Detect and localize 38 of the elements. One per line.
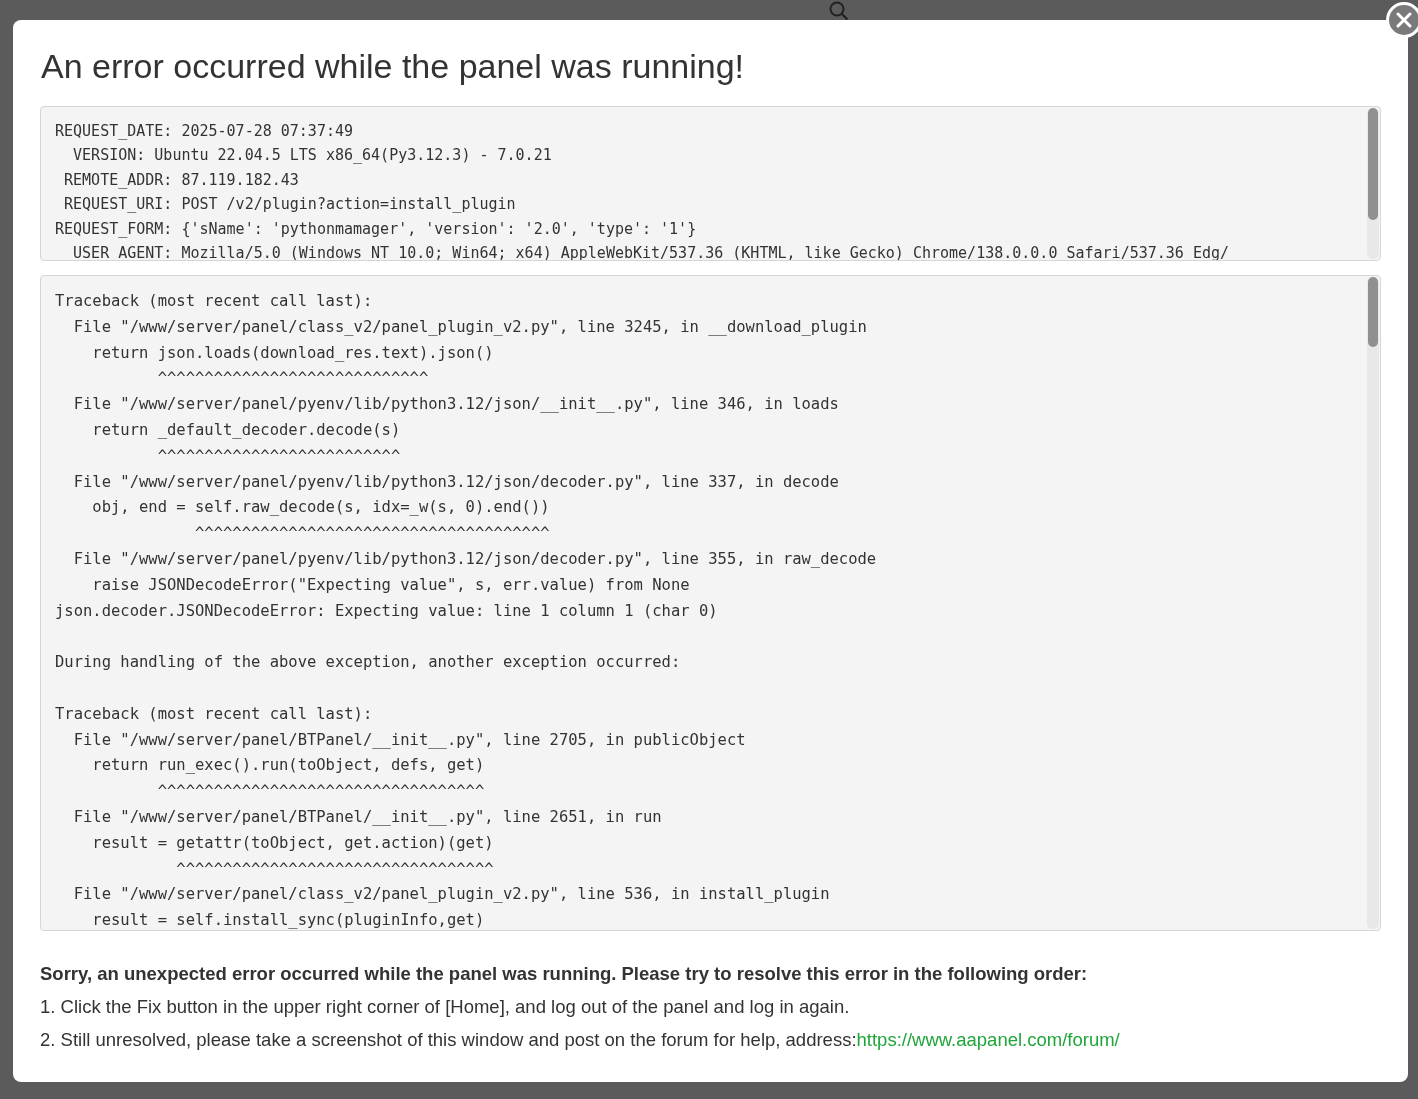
code-line: json.decoder.JSONDecodeError: Expecting value: line 1 column 1 (char 0) [55, 600, 719, 622]
code-line: File "/www/server/panel/class_v2/panel_plugin_v2.py", line 3245, in __download_plugin [72, 316, 868, 338]
code-line: File "/www/server/panel/pyenv/lib/python3.12/json/decoder.py", line 337, in decode [72, 471, 840, 493]
code-line: File "/www/server/panel/BTPanel/__init__.py", line 2705, in publicObject [72, 729, 747, 751]
help-heading: Sorry, an unexpected error occurred while the panel was running. Please try to resolve this error in the following order: [40, 962, 1089, 986]
code-line: File "/www/server/panel/pyenv/lib/python3.12/json/decoder.py", line 355, in raw_decode [72, 548, 878, 570]
code-line: Traceback (most recent call last): [55, 703, 374, 725]
code-line: ^^^^^^^^^^^^^^^^^^^^^^^^^^^^^ [156, 368, 430, 390]
code-line: result = self.install_sync(pluginInfo,get) [91, 910, 486, 930]
code-line: REMOTE_ADDR: 87.119.182.43 [63, 169, 300, 191]
code-line: ^^^^^^^^^^^^^^^^^^^^^^^^^^^^^^^^^^^ [156, 781, 486, 803]
code-line: return json.loads(download_res.text).json() [91, 342, 495, 364]
code-line: During handling of the above exception, another exception occurred: [55, 652, 682, 674]
forum-link[interactable]: https://www.aapanel.com/forum/ [856, 1029, 1120, 1050]
code-line: result = getattr(toObject, get.action)(get) [91, 832, 495, 854]
search-icon[interactable] [829, 1, 849, 21]
scrollbar[interactable] [1367, 277, 1379, 929]
close-icon [1396, 12, 1412, 28]
code-line: Traceback (most recent call last): [55, 291, 374, 312]
code-line: File "/www/server/panel/class_v2/panel_plugin_v2.py", line 536, in install_plugin [72, 884, 831, 906]
dialog-title: An error occurred while the panel was running! [41, 46, 746, 86]
code-line: obj, end = self.raw_decode(s, idx=_w(s, 0).end()) [91, 497, 551, 519]
code-line: raise JSONDecodeError("Expecting value", s, err.value) from None [91, 574, 691, 596]
code-line: ^^^^^^^^^^^^^^^^^^^^^^^^^^ [156, 445, 402, 467]
code-line: return run_exec().run(toObject, defs, get) [91, 755, 486, 777]
code-line: REQUEST_URI: POST /v2/plugin?action=install_plugin [63, 194, 517, 216]
code-line: File "/www/server/panel/BTPanel/__init__.py", line 2651, in run [72, 806, 663, 828]
code-line: VERSION: Ubuntu 22.04.5 LTS x86_64(Py3.12.3) - 7.0.21 [72, 145, 553, 167]
close-button[interactable] [1386, 2, 1418, 38]
code-line: return _default_decoder.decode(s) [91, 420, 402, 441]
help-step: 1. Click the Fix button in the upper right corner of [Home], and log out of the panel and log in again. [40, 990, 1381, 1023]
code-line: ^^^^^^^^^^^^^^^^^^^^^^^^^^^^^^^^^^^^^^ [193, 523, 551, 545]
code-line: File "/www/server/panel/pyenv/lib/python3.12/json/__init__.py", line 346, in loads [72, 394, 840, 416]
scrollbar[interactable] [1367, 108, 1379, 259]
code-line: REQUEST_DATE: 2025-07-28 07:37:49 [55, 121, 354, 142]
help-step: 2. Still unresolved, please take a screenshot of this window and post on the forum for help, address:https://www.aapanel.com/forum/ [40, 1023, 1381, 1056]
code-line: ^^^^^^^^^^^^^^^^^^^^^^^^^^^^^^^^^^ [175, 858, 495, 880]
code-line: REQUEST_FORM: {'sName': 'pythonmamager', 'version': '2.0', 'type': '1'} [55, 218, 698, 240]
